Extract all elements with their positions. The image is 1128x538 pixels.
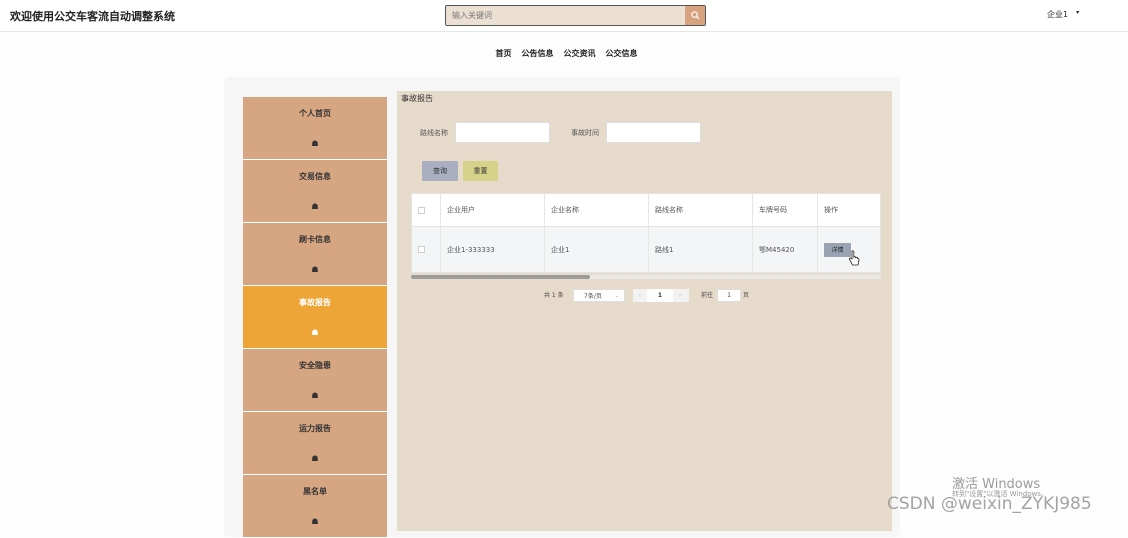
search-button[interactable] (685, 6, 705, 25)
csdn-watermark: CSDN @weixin_ZYKJ985 (887, 494, 1092, 514)
nav-item-home[interactable]: 首页 (496, 48, 512, 59)
route-name-label: 路线名称 (420, 129, 448, 137)
table-scrollbar[interactable] (411, 275, 881, 279)
sidebar-item-accident-reports[interactable]: 事故报告 ☗ (243, 286, 387, 349)
table-cell: 企业1 (545, 226, 649, 272)
user-menu[interactable]: 企业1 ▾ (1047, 9, 1079, 20)
home-icon: ☗ (311, 265, 319, 274)
pagination-total: 共 1 条 (544, 292, 564, 299)
column-header: 车牌号码 (753, 194, 818, 226)
goto-page-input[interactable]: 1 (717, 289, 741, 302)
nav-item-bus-info[interactable]: 公交信息 (606, 48, 638, 59)
column-header: 路线名称 (649, 194, 753, 226)
goto-label: 前往 (701, 292, 714, 299)
page-suffix: 页 (743, 292, 750, 299)
sidebar-item-safety-hazards[interactable]: 安全隐患 ☗ (243, 349, 387, 412)
sidebar-item-label: 刷卡信息 (299, 235, 331, 244)
accident-time-input[interactable] (606, 122, 701, 143)
user-name[interactable]: 企业1 (1047, 9, 1068, 20)
sidebar-item-card-swipes[interactable]: 刷卡信息 ☗ (243, 223, 387, 286)
scrollbar-thumb[interactable] (411, 275, 590, 279)
column-header: 企业用户 (441, 194, 545, 226)
home-icon: ☗ (311, 139, 319, 148)
sidebar-item-label: 黑名单 (303, 487, 327, 496)
pager: ‹ 1 › (633, 289, 689, 302)
table-header: 企业用户 企业名称 路线名称 车牌号码 操作 (412, 194, 880, 226)
page-size-value: 7条/页 (584, 293, 602, 300)
home-icon: ☗ (311, 391, 319, 400)
page-size-select[interactable]: 7条/页 ⌄ (573, 289, 625, 302)
sidebar-item-label: 个人首页 (299, 109, 331, 118)
table-cell: 企业1-333333 (441, 226, 545, 272)
sidebar-item-transactions[interactable]: 交易信息 ☗ (243, 160, 387, 223)
home-icon: ☗ (311, 454, 319, 463)
main-nav: 首页 公告信息 公交资讯 公交信息 (0, 48, 1128, 59)
select-all-cell[interactable] (412, 194, 441, 226)
search-input[interactable] (446, 6, 685, 25)
sidebar-item-blacklist[interactable]: 黑名单 ☗ (243, 475, 387, 538)
sidebar-item-capacity-reports[interactable]: 运力报告 ☗ (243, 412, 387, 475)
query-button[interactable]: 查询 (422, 161, 458, 181)
route-name-input[interactable] (455, 122, 550, 143)
row-select-cell[interactable] (412, 226, 441, 272)
reset-button[interactable]: 重置 (463, 161, 498, 181)
search-box[interactable] (445, 5, 706, 26)
accident-time-label: 事故时间 (571, 129, 599, 137)
home-icon: ☗ (311, 328, 319, 337)
table-row: 企业1-333333 企业1 路线1 鄂M45420 详情 (412, 226, 880, 272)
column-header: 操作 (818, 194, 880, 226)
table-cell: 鄂M45420 (753, 226, 818, 272)
search-icon (690, 11, 700, 20)
home-icon: ☗ (311, 202, 319, 211)
chevron-down-icon: ⌄ (614, 292, 619, 299)
select-all-checkbox[interactable] (418, 206, 425, 214)
nav-item-notices[interactable]: 公告信息 (522, 48, 554, 59)
nav-item-bus-news[interactable]: 公交资讯 (564, 48, 596, 59)
detail-button[interactable]: 详情 (824, 242, 851, 257)
page-title: 事故报告 (401, 94, 433, 103)
prev-page-button[interactable]: ‹ (633, 292, 647, 299)
sidebar-item-label: 事故报告 (299, 298, 331, 307)
row-checkbox[interactable] (418, 246, 425, 253)
sidebar-item-profile[interactable]: 个人首页 ☗ (243, 97, 387, 160)
current-page[interactable]: 1 (647, 289, 673, 302)
top-bar: 欢迎使用公交车客流自动调整系统 企业1 ▾ (0, 0, 1128, 32)
column-header: 企业名称 (545, 194, 649, 226)
accident-table: 企业用户 企业名称 路线名称 车牌号码 操作 企业1-333333 企业1 路线… (411, 193, 881, 273)
main-panel: 事故报告 路线名称 事故时间 查询 重置 企业用户 企业名称 路线名称 车牌号码… (397, 91, 892, 531)
sidebar: 个人首页 ☗ 交易信息 ☗ 刷卡信息 ☗ 事故报告 ☗ 安全隐患 ☗ 运力报告 … (243, 97, 387, 538)
next-page-button[interactable]: › (673, 292, 687, 299)
sidebar-item-label: 安全隐患 (299, 361, 331, 370)
sidebar-item-label: 运力报告 (299, 424, 331, 433)
app-title: 欢迎使用公交车客流自动调整系统 (10, 10, 175, 23)
sidebar-item-label: 交易信息 (299, 172, 331, 181)
table-cell: 路线1 (649, 226, 753, 272)
hand-cursor-icon (848, 250, 860, 266)
chevron-down-icon[interactable]: ▾ (1076, 9, 1079, 20)
